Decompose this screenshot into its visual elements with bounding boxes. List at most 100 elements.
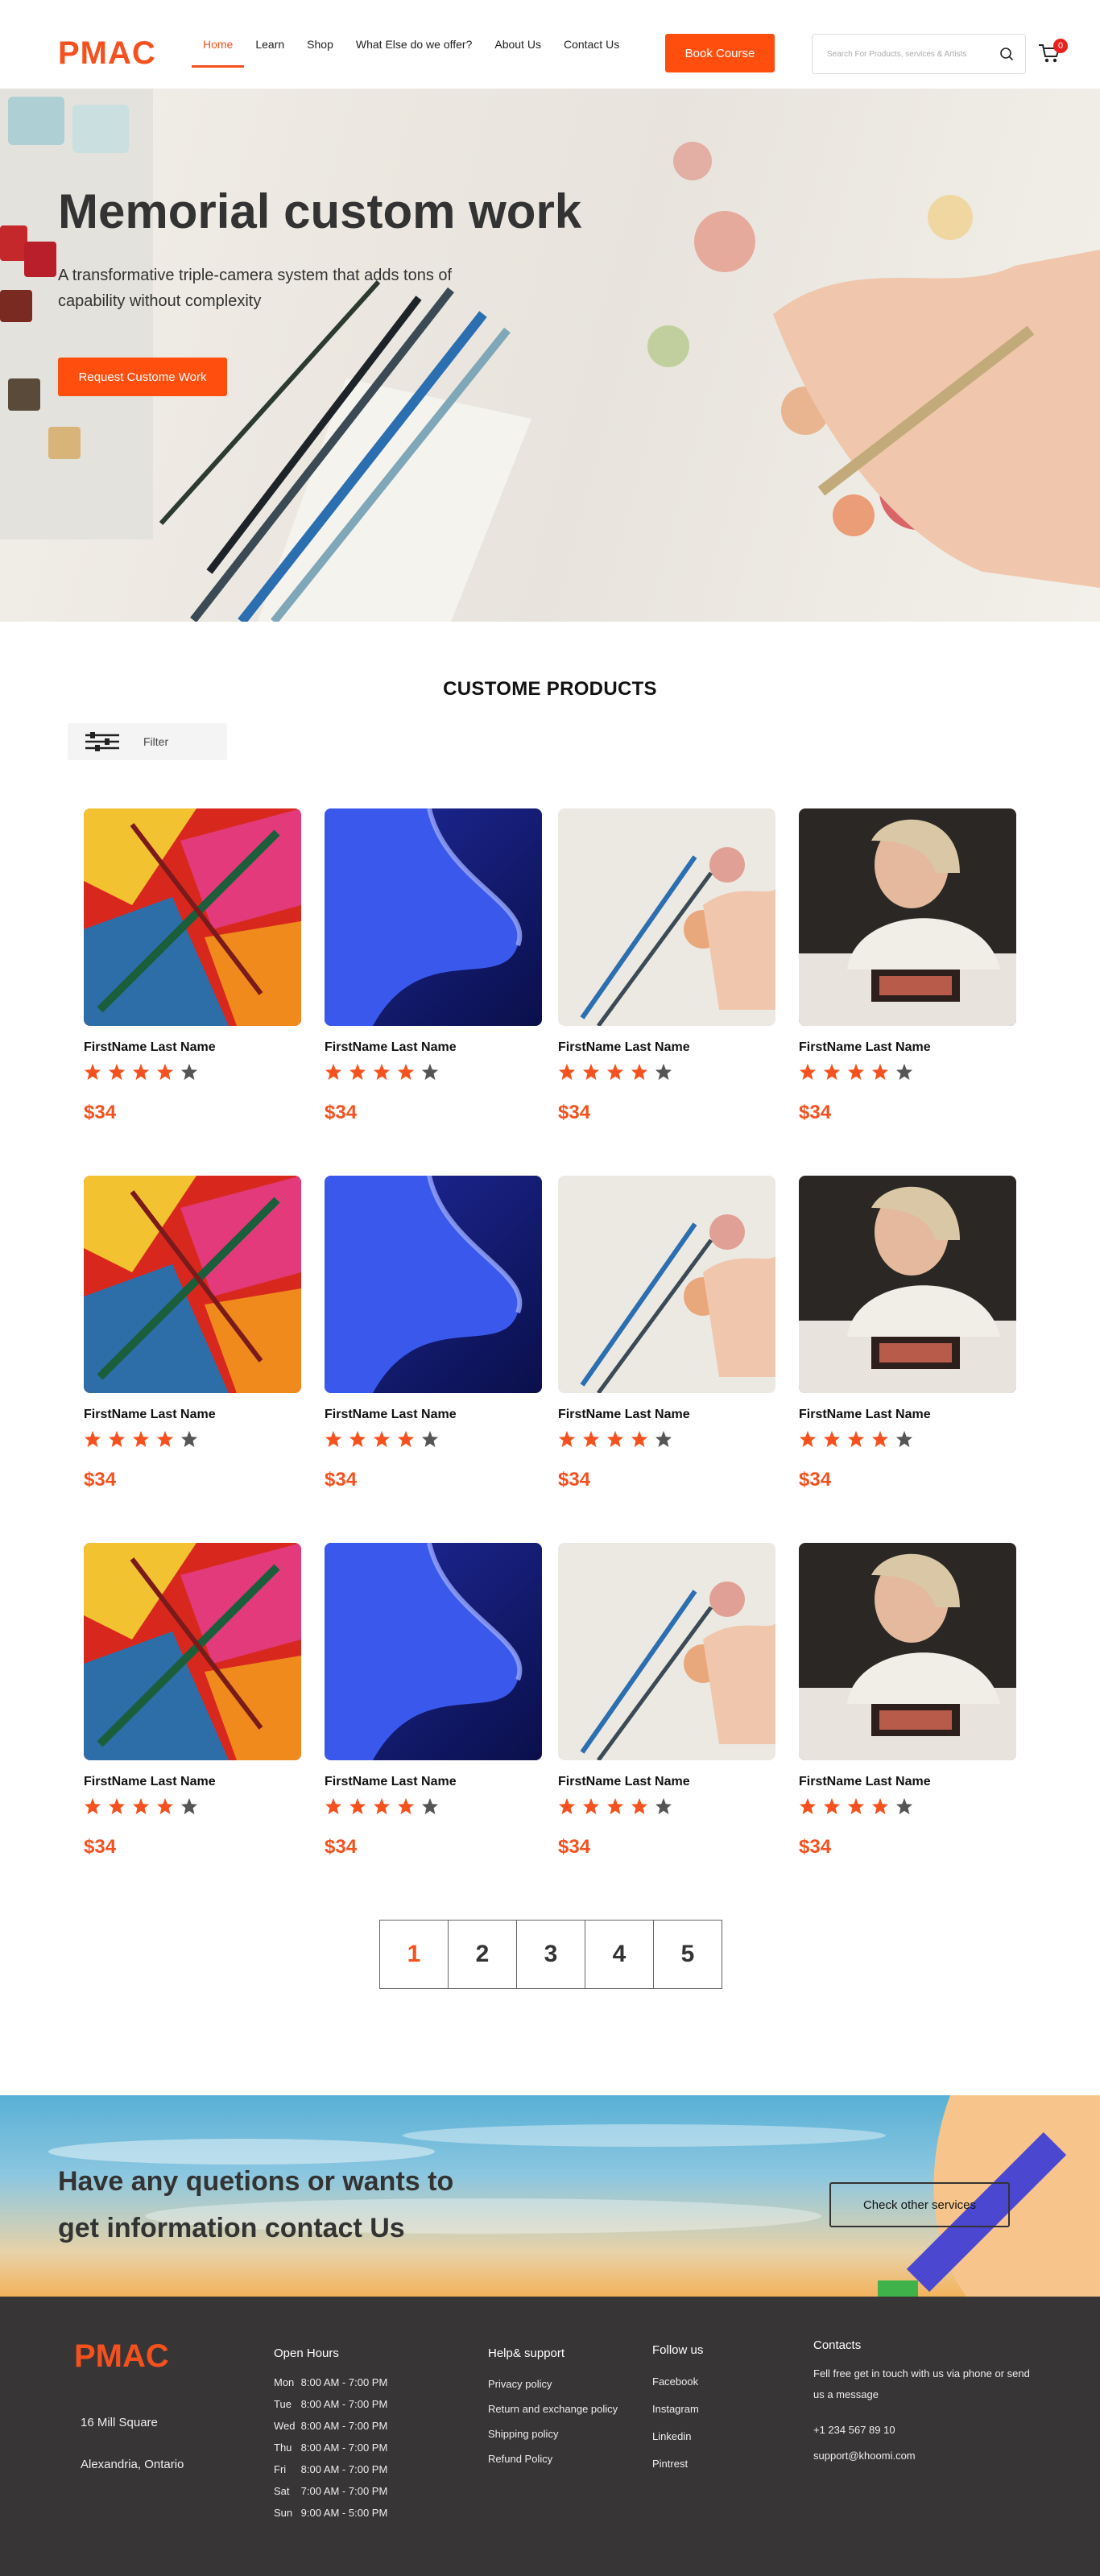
nav-contact[interactable]: Contact Us — [564, 38, 619, 51]
open-hours-column: Open Hours Mon 8:00 AM - 7:00 PM Tue 8:0… — [274, 2347, 387, 2524]
star-filled-icon — [799, 1797, 817, 1815]
star-filled-icon — [84, 1063, 101, 1081]
product-card[interactable]: FirstName Last Name $34 — [84, 1176, 301, 1491]
contact-phone[interactable]: +1 234 567 89 10 — [813, 2420, 1031, 2441]
star-empty-icon — [895, 1430, 913, 1448]
footer-logo[interactable]: PMAC — [74, 2338, 169, 2375]
page-3-button[interactable]: 3 — [516, 1920, 585, 1989]
hours-row: Mon 8:00 AM - 7:00 PM — [274, 2371, 387, 2393]
nav-shop[interactable]: Shop — [307, 38, 333, 51]
star-filled-icon — [132, 1063, 150, 1081]
product-card[interactable]: FirstName Last Name $34 — [84, 1543, 301, 1859]
day-label: Mon — [274, 2376, 295, 2388]
product-name[interactable]: FirstName Last Name — [325, 1040, 542, 1055]
filter-label: Filter — [143, 735, 169, 748]
product-image[interactable] — [84, 1176, 301, 1393]
star-filled-icon — [582, 1063, 600, 1081]
book-course-button[interactable]: Book Course — [665, 34, 775, 72]
cart-count-badge: 0 — [1053, 39, 1068, 53]
product-rating — [799, 1063, 1016, 1081]
star-filled-icon — [871, 1063, 889, 1081]
product-card[interactable]: FirstName Last Name $34 — [558, 1543, 775, 1859]
filter-button[interactable]: Filter — [68, 723, 227, 760]
product-name[interactable]: FirstName Last Name — [558, 1775, 775, 1789]
product-price: $34 — [799, 1469, 832, 1491]
product-image[interactable] — [84, 1543, 301, 1760]
product-card[interactable]: FirstName Last Name $34 — [84, 808, 301, 1124]
page-4-button[interactable]: 4 — [585, 1920, 654, 1989]
page-2-button[interactable]: 2 — [448, 1920, 517, 1989]
hours-row: Tue 8:00 AM - 7:00 PM — [274, 2393, 387, 2415]
product-name[interactable]: FirstName Last Name — [84, 1408, 301, 1422]
pinterest-link[interactable]: Pintrest — [652, 2450, 703, 2478]
refund-policy-link[interactable]: Refund Policy — [488, 2446, 618, 2471]
product-image[interactable] — [325, 1176, 542, 1393]
star-filled-icon — [132, 1797, 150, 1815]
search-input[interactable] — [827, 49, 999, 59]
nav-about[interactable]: About Us — [494, 38, 541, 51]
product-card[interactable]: FirstName Last Name $34 — [325, 808, 542, 1124]
products-section: CUSTOME PRODUCTS Filter FirstName Last N… — [0, 622, 1100, 2095]
product-name[interactable]: FirstName Last Name — [558, 1040, 775, 1055]
request-custom-work-button[interactable]: Request Custome Work — [58, 358, 227, 396]
product-image[interactable] — [558, 808, 775, 1026]
address-line-2: Alexandria, Ontario — [81, 2458, 184, 2471]
site-logo[interactable]: PMAC — [58, 35, 156, 72]
product-card[interactable]: FirstName Last Name $34 — [799, 808, 1016, 1124]
product-image[interactable] — [799, 1543, 1016, 1760]
instagram-link[interactable]: Instagram — [652, 2396, 703, 2423]
day-label: Tue — [274, 2398, 292, 2410]
product-name[interactable]: FirstName Last Name — [84, 1775, 301, 1789]
product-card[interactable]: FirstName Last Name $34 — [558, 1176, 775, 1491]
product-price: $34 — [558, 1102, 591, 1123]
product-image[interactable] — [325, 808, 542, 1026]
product-card[interactable]: FirstName Last Name $34 — [799, 1543, 1016, 1859]
contacts-text: Fell free get in touch with us via phone… — [813, 2367, 1030, 2400]
contact-email[interactable]: support@khoomi.com — [813, 2446, 1031, 2466]
hero-banner: Memorial custom work A transformative tr… — [0, 89, 1100, 622]
star-filled-icon — [823, 1063, 841, 1081]
product-name[interactable]: FirstName Last Name — [799, 1040, 1016, 1055]
product-card[interactable]: FirstName Last Name $34 — [325, 1543, 542, 1859]
facebook-link[interactable]: Facebook — [652, 2368, 703, 2396]
star-filled-icon — [606, 1797, 624, 1815]
product-image[interactable] — [325, 1543, 542, 1760]
star-filled-icon — [349, 1430, 366, 1448]
address-line-1: 16 Mill Square — [81, 2416, 158, 2429]
star-filled-icon — [349, 1063, 366, 1081]
product-card[interactable]: FirstName Last Name $34 — [558, 808, 775, 1124]
search-icon[interactable] — [999, 47, 1014, 61]
nav-home[interactable]: Home — [191, 38, 245, 68]
page-5-button[interactable]: 5 — [653, 1920, 722, 1989]
cart-button[interactable]: 0 — [1037, 39, 1068, 66]
hours-title: Open Hours — [274, 2347, 339, 2360]
contact-cta-banner: Have any quetions or wants to get inform… — [0, 2095, 1100, 2297]
product-image[interactable] — [84, 808, 301, 1026]
page-1-button[interactable]: 1 — [379, 1920, 449, 1989]
product-name[interactable]: FirstName Last Name — [799, 1775, 1016, 1789]
nav-learn[interactable]: Learn — [255, 38, 284, 51]
product-image[interactable] — [799, 808, 1016, 1026]
time-label: 8:00 AM - 7:00 PM — [300, 2398, 388, 2410]
linkedin-link[interactable]: Linkedin — [652, 2423, 703, 2450]
product-name[interactable]: FirstName Last Name — [558, 1408, 775, 1422]
star-filled-icon — [871, 1430, 889, 1448]
product-rating — [84, 1063, 301, 1081]
privacy-policy-link[interactable]: Privacy policy — [488, 2371, 618, 2396]
time-label: 8:00 AM - 7:00 PM — [300, 2463, 388, 2475]
product-name[interactable]: FirstName Last Name — [799, 1408, 1016, 1422]
product-card[interactable]: FirstName Last Name $34 — [799, 1176, 1016, 1491]
product-name[interactable]: FirstName Last Name — [325, 1775, 542, 1789]
product-image[interactable] — [558, 1543, 775, 1760]
product-name[interactable]: FirstName Last Name — [84, 1040, 301, 1055]
star-filled-icon — [582, 1797, 600, 1815]
nav-what-else[interactable]: What Else do we offer? — [356, 38, 472, 51]
product-card[interactable]: FirstName Last Name $34 — [325, 1176, 542, 1491]
product-image[interactable] — [558, 1176, 775, 1393]
shipping-policy-link[interactable]: Shipping policy — [488, 2421, 618, 2446]
product-name[interactable]: FirstName Last Name — [325, 1408, 542, 1422]
check-services-button[interactable]: Check other services — [829, 2182, 1010, 2227]
return-policy-link[interactable]: Return and exchange policy — [488, 2396, 618, 2421]
star-empty-icon — [895, 1797, 913, 1815]
product-image[interactable] — [799, 1176, 1016, 1393]
